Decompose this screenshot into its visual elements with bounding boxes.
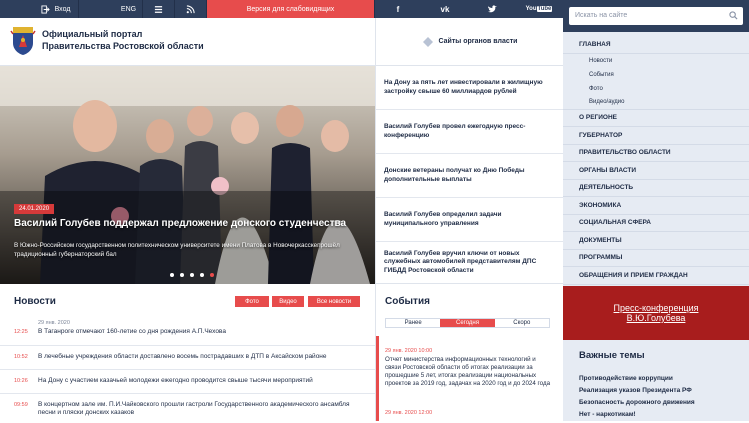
menu-item[interactable]: ПРАВИТЕЛЬСТВО ОБЛАСТИ	[563, 145, 749, 162]
news-text[interactable]: В лечебные учреждения области доставлено…	[38, 353, 368, 361]
slide-date-badge: 24.01.2020	[14, 204, 55, 214]
slider-pagination	[170, 273, 214, 277]
news-text[interactable]: В концертном зале им. П.И.Чайковского пр…	[38, 401, 368, 417]
news-slider[interactable]: 24.01.2020 Василий Голубев поддержал пре…	[0, 66, 375, 284]
portal-title-line2: Правительства Ростовской области	[42, 41, 204, 51]
menu-item[interactable]: ГЛАВНАЯ	[563, 36, 749, 54]
menu-item[interactable]: ОРГАНЫ ВЛАСТИ	[563, 162, 749, 180]
event-text[interactable]: Отчет министерства информационных технол…	[385, 356, 553, 388]
middle-news-text[interactable]: На Дону за пять лет инвестировали в жили…	[384, 79, 556, 96]
menu-item[interactable]: О РЕГИОНЕ	[563, 110, 749, 127]
government-sites-link[interactable]: Сайты органов власти	[376, 18, 564, 66]
slider-dot[interactable]	[200, 273, 204, 277]
middle-news-text[interactable]: Василий Голубев провел ежегодную пресс-к…	[384, 123, 556, 140]
rss-icon	[186, 4, 195, 13]
news-text[interactable]: В Таганроге отмечают 160-летие со дня ро…	[38, 328, 368, 336]
news-text[interactable]: На Дону с участием казачьей молодежи еже…	[38, 377, 368, 385]
list-item[interactable]: Донские ветераны получат ко Дню Победы д…	[376, 154, 564, 198]
main-menu: ГЛАВНАЯ Новости События Фото Видео/аудио О РЕ…	[563, 36, 749, 320]
menu-item[interactable]: ОБРАЩЕНИЯ И ПРИЕМ ГРАЖДАН	[563, 267, 749, 285]
news-time: 10:26	[14, 378, 28, 384]
news-time: 10:52	[14, 354, 28, 360]
topic-link[interactable]: Реализация указов Президента РФ	[579, 387, 749, 399]
slide-title[interactable]: Василий Голубев поддержал предложение до…	[14, 218, 369, 229]
search-input[interactable]: Искать на сайте	[569, 7, 743, 25]
topic-link[interactable]: Безопасность дорожного движения	[579, 399, 749, 411]
slide-description: В Южно-Российском государственном полите…	[14, 242, 340, 258]
middle-column: Сайты органов власти На Дону за пять лет…	[375, 18, 564, 421]
menu-item[interactable]: ПРОГРАММЫ	[563, 250, 749, 267]
lang-button[interactable]: ENG	[115, 0, 143, 18]
portal-title-line1: Официальный портал	[42, 29, 143, 39]
tab-soon[interactable]: Скоро	[495, 319, 549, 327]
slider-dot[interactable]	[180, 273, 184, 277]
press-line1: Пресс-конференция	[613, 303, 699, 313]
facebook-icon[interactable]: f	[388, 0, 408, 18]
youtube-icon[interactable]: You Tube	[526, 0, 553, 18]
press-conference-banner[interactable]: Пресс-конференция В.Ю.Голубева	[563, 286, 749, 340]
list-item[interactable]: Василий Голубев определил задачи муницип…	[376, 198, 564, 242]
news-section: Новости Фото Видео Все новости 29 янв. 2…	[0, 284, 375, 421]
menu-item[interactable]: ЭКОНОМИКА	[563, 197, 749, 215]
news-heading: Новости	[14, 296, 56, 307]
list-icon	[154, 5, 163, 13]
tab-earlier[interactable]: Ранее	[386, 319, 440, 327]
menu-subitem[interactable]: Фото	[563, 82, 749, 96]
twitter-icon[interactable]	[482, 0, 502, 18]
news-time: 12:25	[14, 329, 28, 335]
slider-dot[interactable]	[170, 273, 174, 277]
slider-dot-active[interactable]	[210, 273, 214, 277]
list-item[interactable]: 09:59 В концертном зале им. П.И.Чайковск…	[0, 393, 375, 421]
menu-item[interactable]: СОЦИАЛЬНАЯ СФЕРА	[563, 215, 749, 232]
photo-tab[interactable]: Фото	[235, 296, 269, 307]
list-item[interactable]: На Дону за пять лет инвестировали в жили…	[376, 66, 564, 110]
news-time: 09:59	[14, 402, 28, 408]
event-date: 29 янв. 2020 10:00	[385, 348, 433, 354]
blind-version-button[interactable]: Версия для слабовидящих	[207, 0, 375, 18]
middle-news-text[interactable]: Василий Голубев определил задачи муницип…	[384, 211, 556, 228]
list-item[interactable]: 10:26 На Дону с участием казачьей молоде…	[0, 369, 375, 393]
events-tabs: Ранее Сегодня Скоро	[385, 318, 550, 328]
events-heading: События	[385, 296, 430, 307]
important-topics: Важные темы Противодействие коррупции Ре…	[563, 340, 749, 421]
menu-subitem[interactable]: События	[563, 68, 749, 82]
login-button[interactable]: Вход	[33, 0, 79, 18]
topics-heading: Важные темы	[579, 350, 645, 361]
government-sites-label: Сайты органов власти	[438, 38, 518, 45]
sitemap-button[interactable]	[143, 0, 175, 18]
press-line2: В.Ю.Голубева	[626, 313, 686, 323]
portal-title[interactable]: Официальный портал Правительства Ростовс…	[42, 28, 204, 52]
search-area: Искать на сайте	[563, 0, 749, 32]
events-section: События Ранее Сегодня Скоро 29 янв. 2020…	[376, 284, 564, 421]
search-placeholder: Искать на сайте	[575, 12, 628, 19]
events-accent-bar	[376, 336, 379, 421]
login-icon	[41, 4, 50, 14]
list-item[interactable]: Василий Голубев провел ежегодную пресс-к…	[376, 110, 564, 154]
event-date: 29 янв. 2020 12:00	[385, 410, 433, 416]
menu-item[interactable]: ДОКУМЕНТЫ	[563, 232, 749, 250]
menu-subitem[interactable]: Видео/аудио	[563, 96, 749, 110]
right-sidebar: Искать на сайте ГЛАВНАЯ Новости События Фот…	[563, 0, 749, 421]
vk-icon[interactable]: vk	[435, 0, 455, 18]
site-header: Официальный портал Правительства Ростовс…	[0, 18, 375, 66]
diamond-icon	[422, 36, 433, 47]
list-item[interactable]: 12:25 В Таганроге отмечают 160-летие со …	[0, 321, 375, 345]
menu-item[interactable]: ГУБЕРНАТОР	[563, 127, 749, 145]
menu-subitem[interactable]: Новости	[563, 54, 749, 68]
slider-dot[interactable]	[190, 273, 194, 277]
video-tab[interactable]: Видео	[272, 296, 304, 307]
all-news-tab[interactable]: Все новости	[308, 296, 360, 307]
menu-item[interactable]: ДЕЯТЕЛЬНОСТЬ	[563, 180, 749, 197]
topic-link[interactable]: Противодействие коррупции	[579, 375, 749, 387]
topic-link[interactable]: Нет - наркотикам!	[579, 411, 749, 423]
tab-today[interactable]: Сегодня	[440, 319, 495, 327]
middle-news-text[interactable]: Василий Голубев вручил ключи от новых сл…	[384, 250, 556, 276]
search-icon[interactable]	[729, 11, 738, 20]
list-item[interactable]: Василий Голубев вручил ключи от новых сл…	[376, 242, 564, 284]
rss-button[interactable]	[175, 0, 207, 18]
list-item[interactable]: 10:52 В лечебные учреждения области дост…	[0, 345, 375, 369]
login-label: Вход	[54, 5, 71, 13]
coat-of-arms-logo[interactable]	[10, 23, 36, 57]
middle-news-text[interactable]: Донские ветераны получат ко Дню Победы д…	[384, 167, 556, 184]
